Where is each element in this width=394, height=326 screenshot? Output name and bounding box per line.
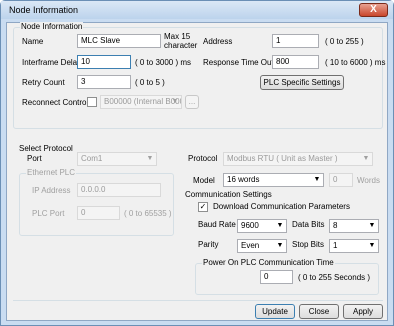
ip-address-label: IP Address [32, 186, 71, 195]
model-select[interactable]: 16 words ▼ [223, 173, 324, 187]
retry-count-input[interactable]: 3 [77, 75, 131, 89]
close-button[interactable]: Close [299, 304, 339, 319]
model-label: Model [193, 176, 215, 185]
data-bits-select-value: 8 [333, 221, 338, 230]
communication-settings-label: Communication Settings [185, 190, 272, 199]
words-spinner-value: 0 [333, 175, 338, 184]
window-title: Node Information [9, 5, 79, 15]
port-select-value: Com1 [81, 154, 103, 163]
retry-count-range: ( 0 to 5 ) [135, 78, 165, 87]
chevron-down-icon: ▼ [146, 155, 154, 162]
words-spinner[interactable]: 0 [329, 173, 353, 187]
interframe-delay-input[interactable]: 10 [77, 55, 131, 69]
parity-select-value: Even [241, 241, 260, 250]
response-timeout-input[interactable]: 800 [272, 55, 319, 69]
download-params-checkbox[interactable]: ✓ [198, 202, 208, 212]
power-on-time-input[interactable]: 0 [260, 270, 293, 284]
baud-rate-label: Baud Rate [198, 220, 236, 229]
interframe-delay-range: ( 0 to 3000 ) ms [135, 58, 192, 67]
protocol-select-value: Modbus RTU ( Unit as Master ) [227, 154, 338, 163]
reconnect-control-checkbox[interactable] [87, 97, 97, 107]
data-bits-label: Data Bits [292, 220, 325, 229]
ethernet-plc-group-label: Ethernet PLC [26, 168, 77, 178]
baud-rate-select-value: 9600 [241, 221, 259, 230]
data-bits-select[interactable]: 8 ▼ [329, 219, 379, 233]
node-info-group-label: Node Information [20, 22, 84, 32]
interframe-delay-label: Interframe Delay [22, 58, 82, 67]
plc-port-range: ( 0 to 65535 ) [124, 209, 172, 218]
chevron-down-icon: ▼ [276, 222, 284, 229]
update-button[interactable]: Update [255, 304, 295, 319]
chevron-down-icon: ▼ [313, 176, 321, 183]
parity-select[interactable]: Even ▼ [237, 239, 287, 253]
address-range: ( 0 to 255 ) [325, 37, 364, 46]
name-input[interactable]: MLC Slave [77, 34, 161, 48]
download-params-label: Download Communication Parameters [213, 202, 350, 211]
title-bar[interactable]: Node Information X [1, 1, 393, 19]
response-timeout-label: Response Time Out [203, 58, 274, 67]
address-label: Address [203, 37, 233, 46]
power-on-time-range: ( 0 to 255 Seconds ) [298, 273, 371, 282]
chevron-down-icon: ▼ [276, 242, 284, 249]
chevron-down-icon: ▼ [171, 98, 179, 105]
select-protocol-label: Select Protocol [19, 144, 73, 153]
apply-button[interactable]: Apply [343, 304, 383, 319]
power-on-group-label: Power On PLC Communication Time [202, 258, 335, 268]
protocol-select[interactable]: Modbus RTU ( Unit as Master ) ▼ [223, 152, 373, 166]
checkmark-icon: ✓ [199, 202, 207, 211]
name-hint-line2: character [164, 41, 198, 50]
footer-divider [13, 300, 383, 301]
address-input[interactable]: 1 [272, 34, 319, 48]
stop-bits-select[interactable]: 1 ▼ [329, 239, 379, 253]
protocol-label: Protocol [188, 154, 218, 163]
ip-address-input[interactable]: 0.0.0.0 [77, 183, 161, 197]
port-select[interactable]: Com1 ▼ [77, 152, 157, 166]
name-label: Name [22, 37, 44, 46]
stop-bits-select-value: 1 [333, 241, 338, 250]
words-label: Words [357, 176, 380, 185]
dialog-body: Node Information Name MLC Slave Max 15 c… [6, 22, 388, 321]
retry-count-label: Retry Count [22, 78, 65, 87]
parity-label: Parity [198, 240, 219, 249]
reconnect-control-label: Reconnect Control [22, 98, 89, 107]
plc-port-label: PLC Port [32, 209, 65, 218]
chevron-down-icon: ▼ [362, 155, 370, 162]
chevron-down-icon: ▼ [368, 222, 376, 229]
baud-rate-select[interactable]: 9600 ▼ [237, 219, 287, 233]
reconnect-browse-button[interactable]: ... [185, 95, 199, 109]
model-select-value: 16 words [227, 175, 260, 184]
reconnect-device-select[interactable]: B00000 (Internal B000( ▼ [100, 95, 182, 109]
response-timeout-range: ( 10 to 6000 ) ms [325, 58, 386, 67]
chevron-down-icon: ▼ [368, 242, 376, 249]
plc-specific-settings-button[interactable]: PLC Specific Settings [260, 75, 344, 90]
stop-bits-label: Stop Bits [292, 240, 325, 249]
plc-port-input[interactable]: 0 [77, 206, 120, 220]
dialog-window: Node Information X Node Information Name… [0, 0, 394, 326]
port-label: Port [27, 154, 42, 163]
close-icon: X [370, 4, 377, 15]
close-window-button[interactable]: X [359, 3, 388, 17]
